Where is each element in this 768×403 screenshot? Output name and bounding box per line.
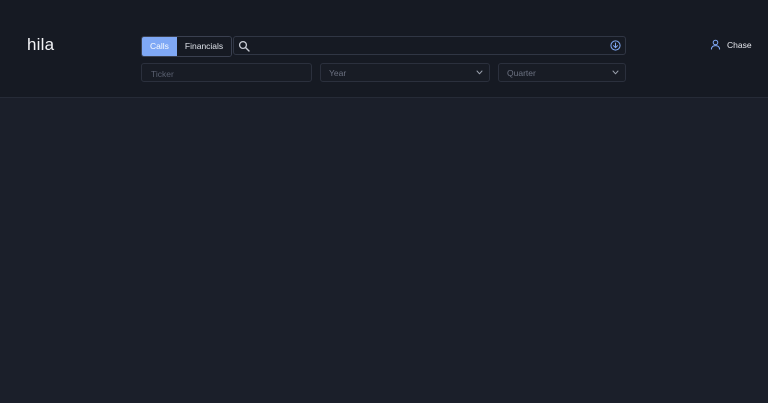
user-menu[interactable]: Chase <box>710 39 752 50</box>
year-select-label: Year <box>329 68 347 78</box>
mode-toggle: Calls Financials <box>141 36 233 57</box>
quarter-select-label: Quarter <box>507 68 536 78</box>
user-name: Chase <box>727 39 752 50</box>
app-logo[interactable]: hila <box>27 35 54 55</box>
search-icon <box>238 40 250 52</box>
arrow-down-circle-icon[interactable] <box>610 40 621 51</box>
top-header: hila Calls Financials Year Quarter <box>0 0 768 98</box>
calls-toggle-button[interactable]: Calls <box>142 37 177 56</box>
ticker-field <box>141 63 312 82</box>
user-icon <box>710 39 721 50</box>
chevron-down-icon <box>612 70 619 75</box>
financials-toggle-button[interactable]: Financials <box>176 37 232 56</box>
search-bar <box>233 36 626 55</box>
year-select[interactable]: Year <box>320 63 490 82</box>
chevron-down-icon <box>476 70 483 75</box>
main-content <box>0 98 768 403</box>
search-input[interactable] <box>254 38 613 55</box>
quarter-select[interactable]: Quarter <box>498 63 626 82</box>
ticker-input[interactable] <box>149 66 303 81</box>
